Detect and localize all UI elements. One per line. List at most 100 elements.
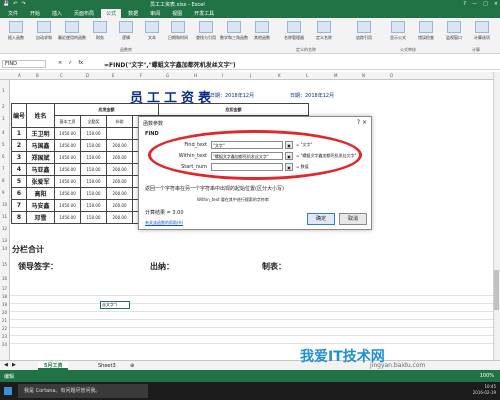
text-button[interactable]: 文本 xyxy=(138,21,166,41)
cell-value[interactable]: 150.00 xyxy=(80,199,108,212)
tab-page-layout[interactable]: 页面布局 xyxy=(69,9,99,18)
dialog-close-button[interactable]: ? × xyxy=(357,119,367,126)
row-header[interactable]: 18 xyxy=(2,294,7,299)
dialog-help-link[interactable]: 有关该函数的帮助(H) xyxy=(145,220,183,226)
calc-options-button[interactable]: 计算选项 xyxy=(468,21,496,41)
subheader-cell[interactable]: 基本工资 xyxy=(54,115,82,128)
column-header[interactable]: C xyxy=(60,73,63,78)
scrollbar-thumb[interactable] xyxy=(494,270,499,310)
define-name-button[interactable]: 定义名称 xyxy=(310,21,338,41)
show-formulas-button[interactable]: 显示公式 xyxy=(384,21,412,41)
column-header[interactable]: H xyxy=(194,73,197,78)
cell-value[interactable]: 200.00 xyxy=(106,199,134,212)
zoom-level[interactable]: 100% xyxy=(480,373,494,379)
cell-value[interactable]: 150.00 xyxy=(80,151,108,164)
save-icon[interactable]: 💾 xyxy=(3,1,9,7)
column-header[interactable]: I xyxy=(222,73,223,78)
cell-value[interactable]: 200.00 xyxy=(106,175,134,188)
cell-name[interactable]: 马安鑫 xyxy=(26,199,56,212)
column-header[interactable]: D xyxy=(86,73,89,78)
column-header[interactable]: F xyxy=(140,73,142,78)
row-header[interactable]: 10 xyxy=(2,202,7,207)
row-header[interactable]: 4 xyxy=(2,130,5,135)
math-button[interactable]: 数学和三角函数 xyxy=(220,21,248,41)
insert-function-button[interactable]: 插入函数 xyxy=(2,21,30,41)
column-header[interactable]: A xyxy=(18,73,21,78)
cell-value[interactable]: 150.00 xyxy=(80,127,108,140)
minimize-button[interactable]: — xyxy=(472,1,477,7)
row-header[interactable]: 15 xyxy=(2,262,7,267)
cell-value[interactable]: 200.00 xyxy=(106,163,134,176)
name-box[interactable]: FIND xyxy=(2,60,46,68)
cell-index[interactable]: 6 xyxy=(10,187,28,200)
row-header[interactable]: 1 xyxy=(2,88,5,93)
trace-precedents-button[interactable]: 追踪引用 xyxy=(350,21,378,41)
row-header[interactable]: 16 xyxy=(2,276,7,281)
row-header[interactable]: 9 xyxy=(2,190,5,195)
cortana-search[interactable]: 我是 Cortana。有问题尽管问我。 xyxy=(18,384,148,398)
row-header[interactable]: 2 xyxy=(2,104,5,109)
lookup-button[interactable]: 查找与引用 xyxy=(192,21,220,41)
row-header[interactable]: 19 xyxy=(2,302,7,307)
row-header[interactable]: 22 xyxy=(2,326,7,331)
help-button[interactable]: ? xyxy=(463,1,466,7)
tab-data[interactable]: 数据 xyxy=(123,9,143,18)
tab-file[interactable]: 文件 xyxy=(3,9,23,18)
row-header[interactable]: 8 xyxy=(2,178,5,183)
cell-value[interactable]: 200.00 xyxy=(106,187,134,200)
watch-window-button[interactable]: 监视窗口 xyxy=(440,21,468,41)
row-header[interactable]: 20 xyxy=(2,310,7,315)
fx-icon[interactable]: fx xyxy=(78,60,83,66)
row-header[interactable]: 11 xyxy=(2,214,7,219)
column-header[interactable]: M xyxy=(334,73,337,78)
tab-developer[interactable]: 开发工具 xyxy=(189,9,219,18)
row-header[interactable]: 12 xyxy=(2,226,7,231)
tab-view[interactable]: 视图 xyxy=(167,9,187,18)
cell-name[interactable]: 邓雪 xyxy=(26,211,56,224)
cell-name[interactable]: 高阳 xyxy=(26,187,56,200)
cell-index[interactable]: 2 xyxy=(10,139,28,152)
close-button[interactable]: × xyxy=(494,1,498,7)
enter-icon[interactable]: ✓ xyxy=(68,60,72,66)
cell-value[interactable]: 150.00 xyxy=(80,187,108,200)
row-header[interactable]: 7 xyxy=(2,166,5,171)
recent-functions-button[interactable]: 最近使用的函数 xyxy=(58,21,86,41)
cell-index[interactable]: 8 xyxy=(10,211,28,224)
column-header[interactable]: J xyxy=(250,73,251,78)
maximize-button[interactable]: □ xyxy=(483,1,488,7)
cancel-button[interactable]: 取消 xyxy=(339,213,367,225)
cell-value[interactable]: 1450.00 xyxy=(54,199,82,212)
autosum-button[interactable]: 自动求和 xyxy=(30,21,58,41)
cell-value[interactable]: 1450.00 xyxy=(54,139,82,152)
cell-value[interactable]: 1450.00 xyxy=(54,151,82,164)
cell-name[interactable]: 郑国斌 xyxy=(26,151,56,164)
name-manager-button[interactable]: 名称管理器 xyxy=(280,21,308,41)
row-header[interactable]: 23 xyxy=(2,334,7,339)
formula-input[interactable]: =FIND("文字","螺蛆文字鑫加都死机发丝文字") xyxy=(104,60,236,69)
header-group-payable[interactable]: 应发金额 xyxy=(54,103,160,116)
cell-value[interactable]: 1450.00 xyxy=(54,127,82,140)
row-header[interactable]: 14 xyxy=(2,246,7,251)
financial-button[interactable]: 财务 xyxy=(86,21,114,41)
tab-scroll-right-icon[interactable]: ▶ xyxy=(12,362,16,368)
redo-icon[interactable]: ↷ xyxy=(21,1,25,7)
row-header[interactable]: 6 xyxy=(2,154,5,159)
datetime-button[interactable]: 日期和时间 xyxy=(164,21,192,41)
row-header[interactable]: 5 xyxy=(2,142,5,147)
cell-value[interactable]: 1450.00 xyxy=(54,187,82,200)
undo-icon[interactable]: ↶ xyxy=(13,1,17,7)
cell-name[interactable]: 张爱军 xyxy=(26,175,56,188)
cell-value[interactable]: 200.00 xyxy=(106,211,134,224)
windows-start-icon[interactable] xyxy=(4,387,12,395)
tab-home[interactable]: 开始 xyxy=(25,9,45,18)
cell-index[interactable]: 4 xyxy=(10,163,28,176)
cell-index[interactable]: 7 xyxy=(10,199,28,212)
tab-insert[interactable]: 插入 xyxy=(47,9,67,18)
row-header[interactable]: 21 xyxy=(2,318,7,323)
cell-value[interactable]: 1450.00 xyxy=(54,175,82,188)
header-name[interactable]: 姓名 xyxy=(26,103,56,128)
row-header[interactable]: 3 xyxy=(2,116,5,121)
column-header[interactable]: K xyxy=(278,73,281,78)
cancel-icon[interactable]: × xyxy=(58,60,62,66)
cell-value[interactable]: 150.00 xyxy=(80,139,108,152)
